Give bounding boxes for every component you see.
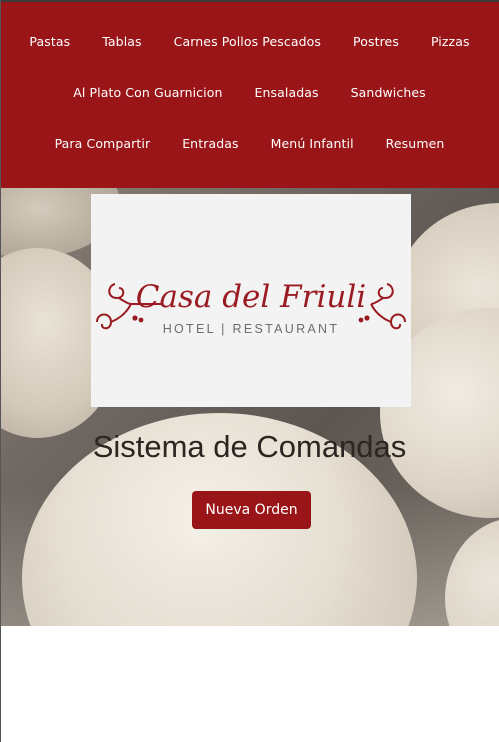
- nav-link-entradas[interactable]: Entradas: [166, 136, 254, 152]
- restaurant-logo: Casa del Friuli HOTEL | RESTAURANT: [91, 194, 411, 407]
- nav-row-3: Para Compartir Entradas Menú Infantil Re…: [0, 136, 499, 152]
- nav-link-pastas[interactable]: Pastas: [13, 34, 86, 50]
- category-navbar: Pastas Tablas Carnes Pollos Pescados Pos…: [0, 2, 499, 188]
- nav-row-1: Pastas Tablas Carnes Pollos Pescados Pos…: [0, 34, 499, 50]
- logo-name: Casa del Friuli: [136, 279, 366, 315]
- nav-link-postres[interactable]: Postres: [337, 34, 415, 50]
- nav-link-carnes-pollos-pescados[interactable]: Carnes Pollos Pescados: [158, 34, 337, 50]
- nav-row-2: Al Plato Con Guarnicion Ensaladas Sandwi…: [0, 85, 499, 101]
- nav-link-ensaladas[interactable]: Ensaladas: [238, 85, 334, 101]
- right-flourish-icon: [358, 283, 406, 330]
- new-order-button[interactable]: Nueva Orden: [192, 491, 311, 529]
- logo-artwork: Casa del Friuli HOTEL | RESTAURANT: [96, 279, 406, 336]
- nav-link-menu-infantil[interactable]: Menú Infantil: [255, 136, 370, 152]
- logo-subtitle: HOTEL | RESTAURANT: [163, 322, 340, 336]
- nav-link-pizzas[interactable]: Pizzas: [415, 34, 486, 50]
- nav-link-al-plato-con-guarnicion[interactable]: Al Plato Con Guarnicion: [57, 85, 238, 101]
- nav-link-sandwiches[interactable]: Sandwiches: [335, 85, 442, 101]
- nav-link-tablas[interactable]: Tablas: [86, 34, 157, 50]
- page-title: Sistema de Comandas: [92, 429, 407, 464]
- nav-link-para-compartir[interactable]: Para Compartir: [39, 136, 167, 152]
- nav-link-resumen[interactable]: Resumen: [370, 136, 461, 152]
- window-left-border: [0, 0, 1, 742]
